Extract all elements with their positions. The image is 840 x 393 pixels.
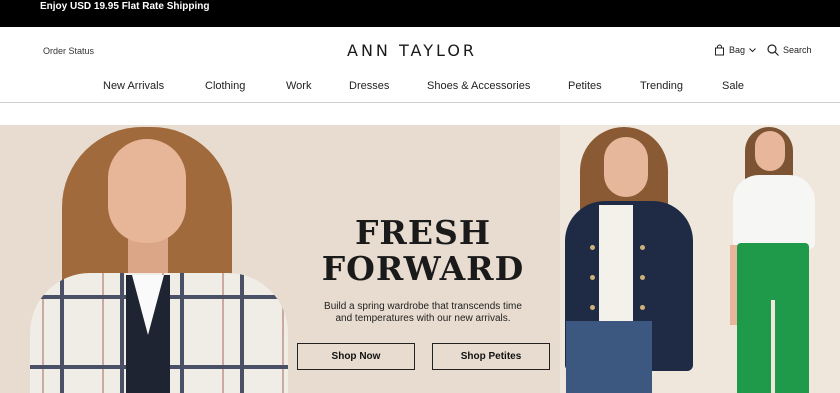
hero-subcopy: Build a spring wardrobe that transcends … — [296, 301, 550, 325]
headline-line-1: FRESH — [354, 213, 492, 252]
hero-headline: FRESH FORWARD — [296, 215, 550, 287]
search-icon — [767, 44, 779, 56]
site-header: Order Status ANN TAYLOR Bag Search New A… — [0, 27, 840, 103]
subcopy-line-2: and temperatures with our new arrivals. — [335, 313, 511, 324]
subcopy-line-1: Build a spring wardrobe that transcends … — [324, 301, 522, 312]
brand-logo[interactable]: ANN TAYLOR — [347, 41, 477, 60]
nav-item-sale[interactable]: Sale — [722, 80, 744, 92]
bag-button[interactable]: Bag — [714, 44, 760, 56]
jacket-button — [590, 305, 595, 310]
jacket-button — [590, 275, 595, 280]
chevron-down-icon — [749, 47, 756, 52]
model-top — [599, 205, 633, 321]
pants-leg-gap — [771, 300, 775, 393]
nav-item-petites[interactable]: Petites — [568, 80, 602, 92]
order-status-link[interactable]: Order Status — [43, 46, 94, 56]
nav-item-trending[interactable]: Trending — [640, 80, 683, 92]
nav-item-dresses[interactable]: Dresses — [349, 80, 389, 92]
search-button[interactable]: Search — [767, 44, 812, 56]
shop-petites-button[interactable]: Shop Petites — [432, 343, 550, 370]
model-face — [108, 139, 186, 243]
model-jeans — [566, 321, 652, 393]
search-label: Search — [783, 45, 812, 55]
nav-item-work[interactable]: Work — [286, 80, 311, 92]
bag-icon — [715, 44, 724, 56]
jacket-button — [590, 245, 595, 250]
jacket-button — [640, 275, 645, 280]
jacket-button — [640, 305, 645, 310]
jacket-button — [640, 245, 645, 250]
nav-item-clothing[interactable]: Clothing — [205, 80, 245, 92]
nav-item-new-arrivals[interactable]: New Arrivals — [103, 80, 164, 92]
headline-line-2: FORWARD — [321, 249, 525, 288]
nav-item-shoes-accessories[interactable]: Shoes & Accessories — [427, 80, 530, 92]
white-shirt — [733, 175, 815, 249]
model-face — [755, 131, 785, 171]
main-nav: New Arrivals Clothing Work Dresses Shoes… — [0, 80, 840, 94]
bag-label: Bag — [729, 45, 746, 55]
hero-banner: FRESH FORWARD Build a spring wardrobe th… — [0, 125, 840, 393]
shop-now-button[interactable]: Shop Now — [297, 343, 415, 370]
model-face — [604, 137, 648, 197]
promo-bar: Enjoy USD 19.95 Flat Rate Shipping — [0, 0, 840, 27]
promo-text: Enjoy USD 19.95 Flat Rate Shipping — [40, 1, 210, 12]
